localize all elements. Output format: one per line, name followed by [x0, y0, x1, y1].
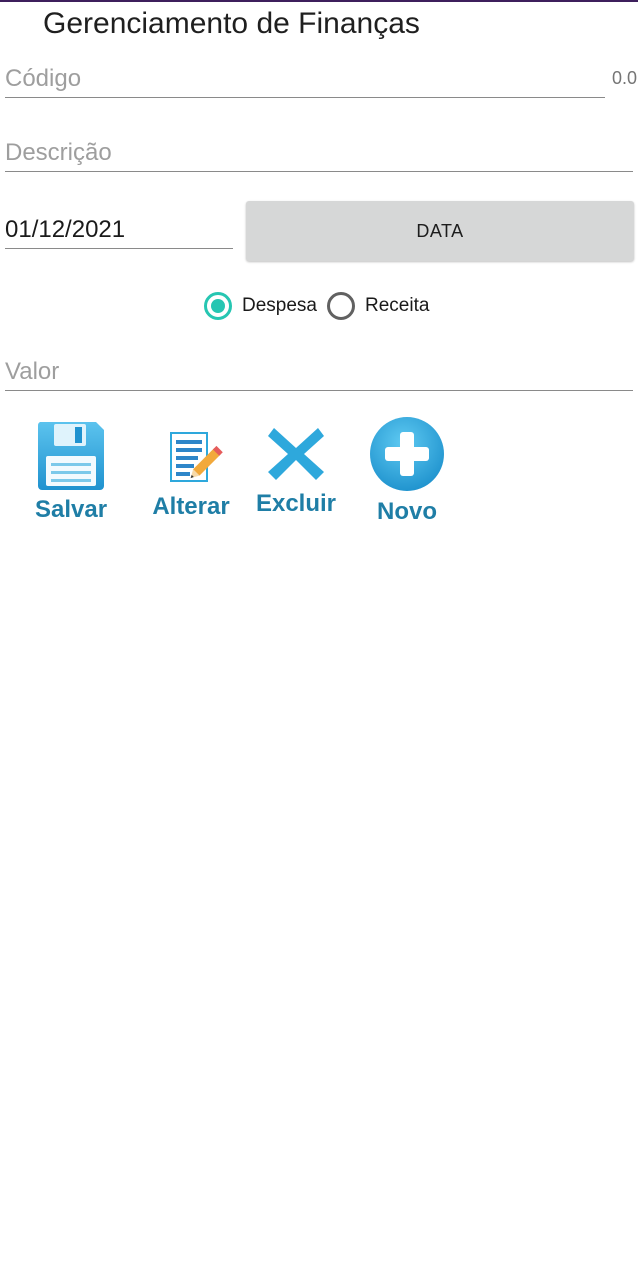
edit-document-icon	[170, 432, 223, 482]
tipo-radio-group: Despesa Receita	[204, 288, 439, 324]
codigo-field[interactable]	[5, 60, 605, 98]
radio-receita[interactable]: Receita	[327, 292, 429, 320]
valor-field[interactable]	[5, 353, 633, 391]
status-bar-edge	[0, 0, 638, 2]
radio-despesa-label: Despesa	[242, 295, 317, 316]
page-title: Gerenciamento de Finanças	[43, 7, 420, 40]
app-screen: Gerenciamento de Finanças 0.0 DATA Despe…	[0, 0, 638, 1280]
excluir-button[interactable]: Excluir	[254, 422, 338, 518]
radio-receita-label: Receita	[365, 295, 430, 316]
floppy-disk-icon	[37, 422, 105, 490]
salvar-label: Salvar	[34, 496, 108, 523]
codigo-suffix-text: 0.0	[612, 68, 638, 88]
x-icon	[268, 428, 324, 480]
plus-circle-icon	[370, 417, 444, 491]
novo-button[interactable]: Novo	[366, 414, 448, 526]
alterar-button[interactable]: Alterar	[150, 425, 232, 521]
radio-unchecked-icon[interactable]	[327, 292, 355, 320]
data-button[interactable]: DATA	[246, 201, 634, 261]
radio-checked-icon[interactable]	[204, 292, 232, 320]
radio-despesa[interactable]: Despesa	[204, 292, 317, 320]
data-field[interactable]	[5, 212, 233, 249]
excluir-label: Excluir	[255, 490, 337, 517]
salvar-button[interactable]: Salvar	[30, 418, 112, 524]
alterar-label: Alterar	[152, 493, 230, 520]
descricao-field[interactable]	[5, 134, 633, 172]
novo-label: Novo	[377, 498, 437, 525]
